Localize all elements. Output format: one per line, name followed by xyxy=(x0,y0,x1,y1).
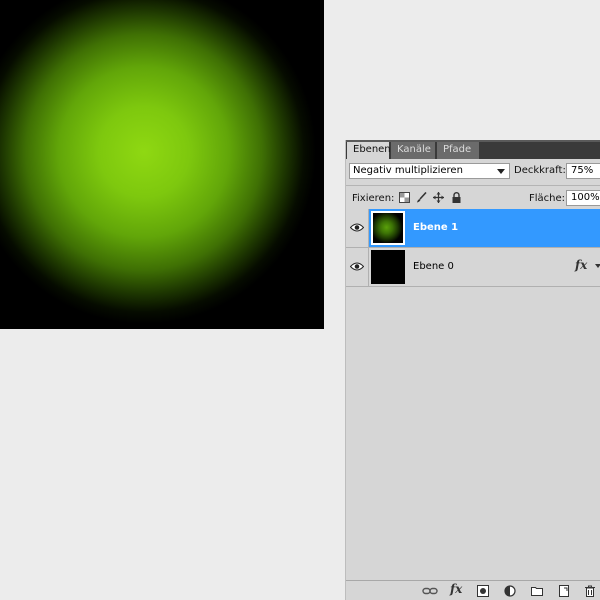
trash-icon[interactable] xyxy=(584,585,596,597)
tab-ebenen[interactable]: Ebenen xyxy=(347,142,391,159)
layer-thumbnail[interactable] xyxy=(371,211,405,245)
blend-row: Negativ multiplizieren Deckkraft: 75% xyxy=(346,159,600,185)
fill-label: Fläche: xyxy=(529,193,566,204)
layer-row-ebene-1[interactable]: Ebene 1 xyxy=(346,209,600,248)
add-layer-mask-icon[interactable] xyxy=(477,585,489,597)
tab-pfade[interactable]: Pfade xyxy=(437,142,480,159)
opacity-label: Deckkraft: xyxy=(514,165,566,176)
visibility-toggle[interactable] xyxy=(346,248,369,286)
lock-label: Fixieren: xyxy=(352,193,395,204)
eye-icon xyxy=(350,223,364,232)
lock-row: Fixieren: Fläche: 100% xyxy=(346,185,600,209)
layer-thumbnail[interactable] xyxy=(371,250,405,284)
add-layer-style-fx-icon[interactable]: fx xyxy=(450,582,462,596)
layer-name[interactable]: Ebene 1 xyxy=(413,222,458,233)
new-layer-icon[interactable] xyxy=(558,585,570,597)
panel-bottom-toolbar: fx xyxy=(346,580,600,600)
tab-kanaele[interactable]: Kanäle xyxy=(391,142,436,159)
layer-effects-fx-icon[interactable]: fx xyxy=(575,258,587,272)
eye-icon xyxy=(350,262,364,271)
layer-name[interactable]: Ebene 0 xyxy=(413,261,454,272)
blend-mode-select[interactable]: Negativ multiplizieren xyxy=(349,163,510,179)
panel-tab-bar: Ebenen Kanäle Pfade xyxy=(346,140,600,159)
lock-position-move-icon[interactable] xyxy=(433,192,444,203)
lock-transparency-icon[interactable] xyxy=(399,192,410,203)
link-layers-icon[interactable] xyxy=(422,585,438,597)
visibility-toggle[interactable] xyxy=(346,209,369,247)
fill-input[interactable]: 100% xyxy=(566,190,600,206)
opacity-input[interactable]: 75% xyxy=(566,163,600,179)
new-group-folder-icon[interactable] xyxy=(531,585,543,597)
lock-all-icon[interactable] xyxy=(451,192,462,203)
document-canvas[interactable] xyxy=(0,0,324,329)
layers-panel: Ebenen Kanäle Pfade Negativ multiplizier… xyxy=(345,140,600,600)
blend-mode-value: Negativ multiplizieren xyxy=(353,165,463,176)
layer-row-ebene-0[interactable]: Ebene 0 fx xyxy=(346,248,600,287)
expand-effects-arrow-icon[interactable] xyxy=(595,264,600,268)
chevron-down-icon xyxy=(497,169,505,174)
lock-pixels-brush-icon[interactable] xyxy=(416,192,427,203)
adjustment-layer-icon[interactable] xyxy=(504,585,516,597)
